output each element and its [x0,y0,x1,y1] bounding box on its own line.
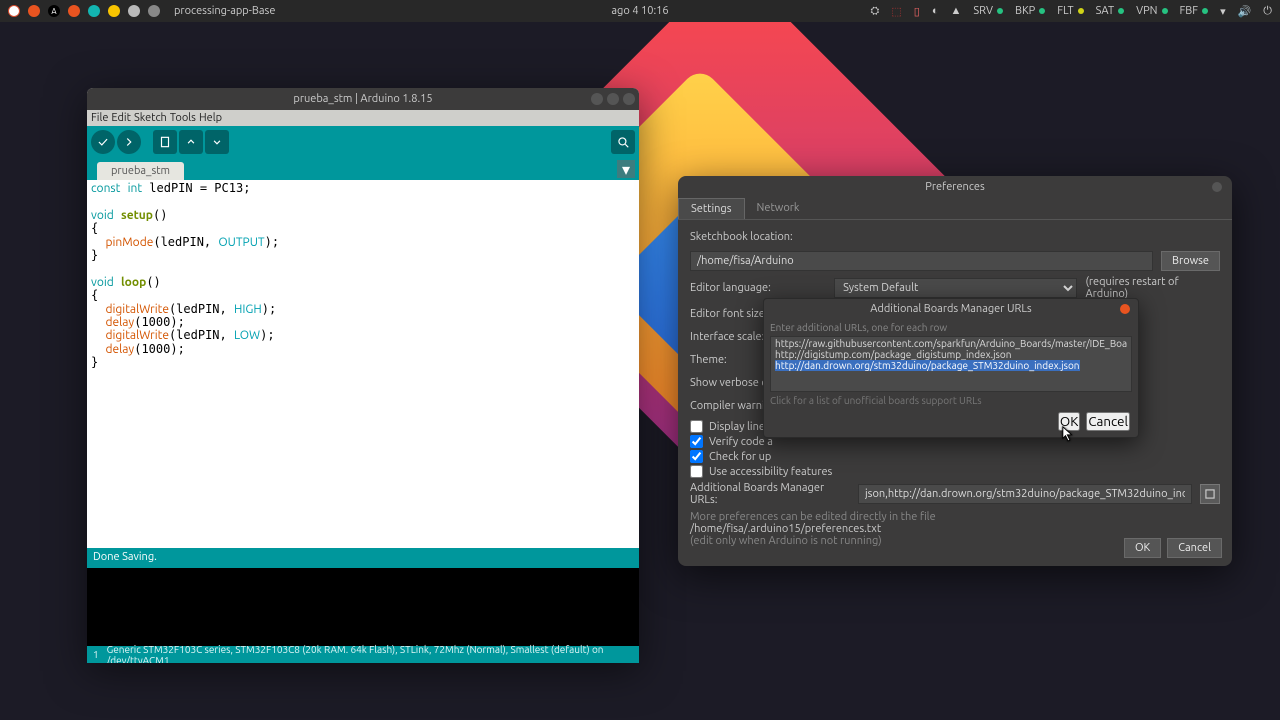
indicator-vpn[interactable]: VPN [1136,5,1167,17]
menu-edit[interactable]: Edit [111,112,131,124]
menu-sketch[interactable]: Sketch [134,112,167,124]
tray-icon[interactable]: ⬚ [891,5,901,18]
upload-button[interactable] [117,130,141,154]
prefs-path: /home/fisa/.arduino15/preferences.txt [690,523,1220,535]
tray-icon[interactable]: A [48,5,60,17]
tray-icon[interactable]: ▲ [950,5,961,17]
urls-titlebar[interactable]: Additional Boards Manager URLs [764,299,1138,319]
status-bar: Done Saving. [87,548,639,568]
indicator-fbf[interactable]: FBF [1180,5,1209,17]
editor-lang-label: Editor language: [690,282,826,294]
restart-note: (requires restart of Arduino) [1085,276,1220,300]
board-info: Generic STM32F103C series, STM32F103C8 (… [107,644,633,664]
battery-icon[interactable]: ▯ [914,5,920,18]
menu-help[interactable]: Help [199,112,222,124]
verify-code-checkbox[interactable] [690,435,703,448]
check-updates-checkbox[interactable] [690,450,703,463]
prefs-titlebar[interactable]: Preferences [678,176,1232,198]
close-button[interactable] [1212,182,1222,192]
prefs-title: Preferences [925,181,985,193]
tray-icon[interactable]: ◐ [932,5,939,17]
tray-icon[interactable] [108,5,120,17]
accessibility-checkbox[interactable] [690,465,703,478]
tray-icon[interactable] [88,5,100,17]
topbar-left-tray: A processing-app-Base [8,5,275,17]
sketchbook-input[interactable] [690,251,1153,271]
ok-button[interactable]: OK [1058,412,1080,431]
display-line-checkbox[interactable] [690,420,703,433]
menu-tools[interactable]: Tools [170,112,196,124]
sketch-tab[interactable]: prueba_stm [97,162,184,180]
arduino-toolbar [87,126,639,158]
cancel-button[interactable]: Cancel [1086,412,1130,431]
save-button[interactable] [205,130,229,154]
indicator-srv[interactable]: SRV [973,5,1003,17]
tray-icon[interactable] [148,5,160,17]
minimize-button[interactable] [591,93,603,105]
tray-icon[interactable]: ⛭ [871,5,880,18]
power-icon[interactable]: ⏻ [1263,5,1272,18]
indicator-sat[interactable]: SAT [1096,5,1124,17]
maximize-button[interactable] [607,93,619,105]
ok-button[interactable]: OK [1124,538,1161,558]
menu-file[interactable]: File [91,112,108,124]
prefs-tabs: Settings Network [678,198,1232,220]
new-button[interactable] [153,130,177,154]
tray-icon[interactable] [128,5,140,17]
edit-urls-button[interactable] [1200,484,1220,504]
urls-textarea[interactable]: https://raw.githubusercontent.com/sparkf… [770,336,1132,392]
tab-settings[interactable]: Settings [678,198,745,219]
topbar-right-tray: ⛭ ⬚ ▯ ◐ ▲ SRV BKP FLT SAT VPN FBF ▾ 🔊 ⏻ [871,5,1272,18]
unofficial-link[interactable]: Click for a list of unofficial boards su… [770,395,1132,406]
urls-hint: Enter additional URLs, one for each row [770,322,1132,333]
tray-icon[interactable] [68,5,80,17]
line-number: 1 [93,649,99,660]
footer-bar: 1 Generic STM32F103C series, STM32F103C8… [87,646,639,663]
window-title: prueba_stm | Arduino 1.8.15 [293,93,432,105]
gnome-topbar: A processing-app-Base ago 4 10:16 ⛭ ⬚ ▯ … [0,0,1280,22]
arduino-menubar: File Edit Sketch Tools Help [87,110,639,126]
browse-button[interactable]: Browse [1161,251,1220,271]
tab-menu-button[interactable]: ▾ [617,160,635,178]
code-editor[interactable]: const int ledPIN = PC13; void setup() { … [87,180,639,548]
tray-icon[interactable] [28,5,40,17]
active-app-label[interactable]: processing-app-Base [174,5,275,17]
close-button[interactable] [623,93,635,105]
clock[interactable]: ago 4 10:16 [611,5,668,17]
tray-icon[interactable] [8,5,20,17]
tab-network[interactable]: Network [745,198,812,219]
addl-urls-input[interactable] [858,484,1192,504]
addl-urls-label: Additional Boards Manager URLs: [690,482,850,506]
indicator-bkp[interactable]: BKP [1015,5,1045,17]
urls-title: Additional Boards Manager URLs [870,303,1031,315]
cancel-button[interactable]: Cancel [1167,538,1222,558]
volume-icon[interactable]: 🔊 [1238,5,1252,18]
arduino-window: prueba_stm | Arduino 1.8.15 File Edit Sk… [87,88,639,663]
close-button[interactable] [1120,304,1130,314]
more-prefs-label: More preferences can be edited directly … [690,511,1220,523]
sketchbook-label: Sketchbook location: [690,231,830,243]
open-button[interactable] [179,130,203,154]
arduino-titlebar[interactable]: prueba_stm | Arduino 1.8.15 [87,88,639,110]
additional-urls-dialog: Additional Boards Manager URLs Enter add… [763,298,1139,438]
serial-monitor-button[interactable] [611,130,635,154]
arduino-tabbar: prueba_stm ▾ [87,158,639,180]
editor-lang-select[interactable]: System Default [834,278,1077,298]
console[interactable] [87,568,639,646]
verify-button[interactable] [91,130,115,154]
indicator-flt[interactable]: FLT [1057,5,1083,17]
wifi-icon[interactable]: ▾ [1220,5,1226,18]
